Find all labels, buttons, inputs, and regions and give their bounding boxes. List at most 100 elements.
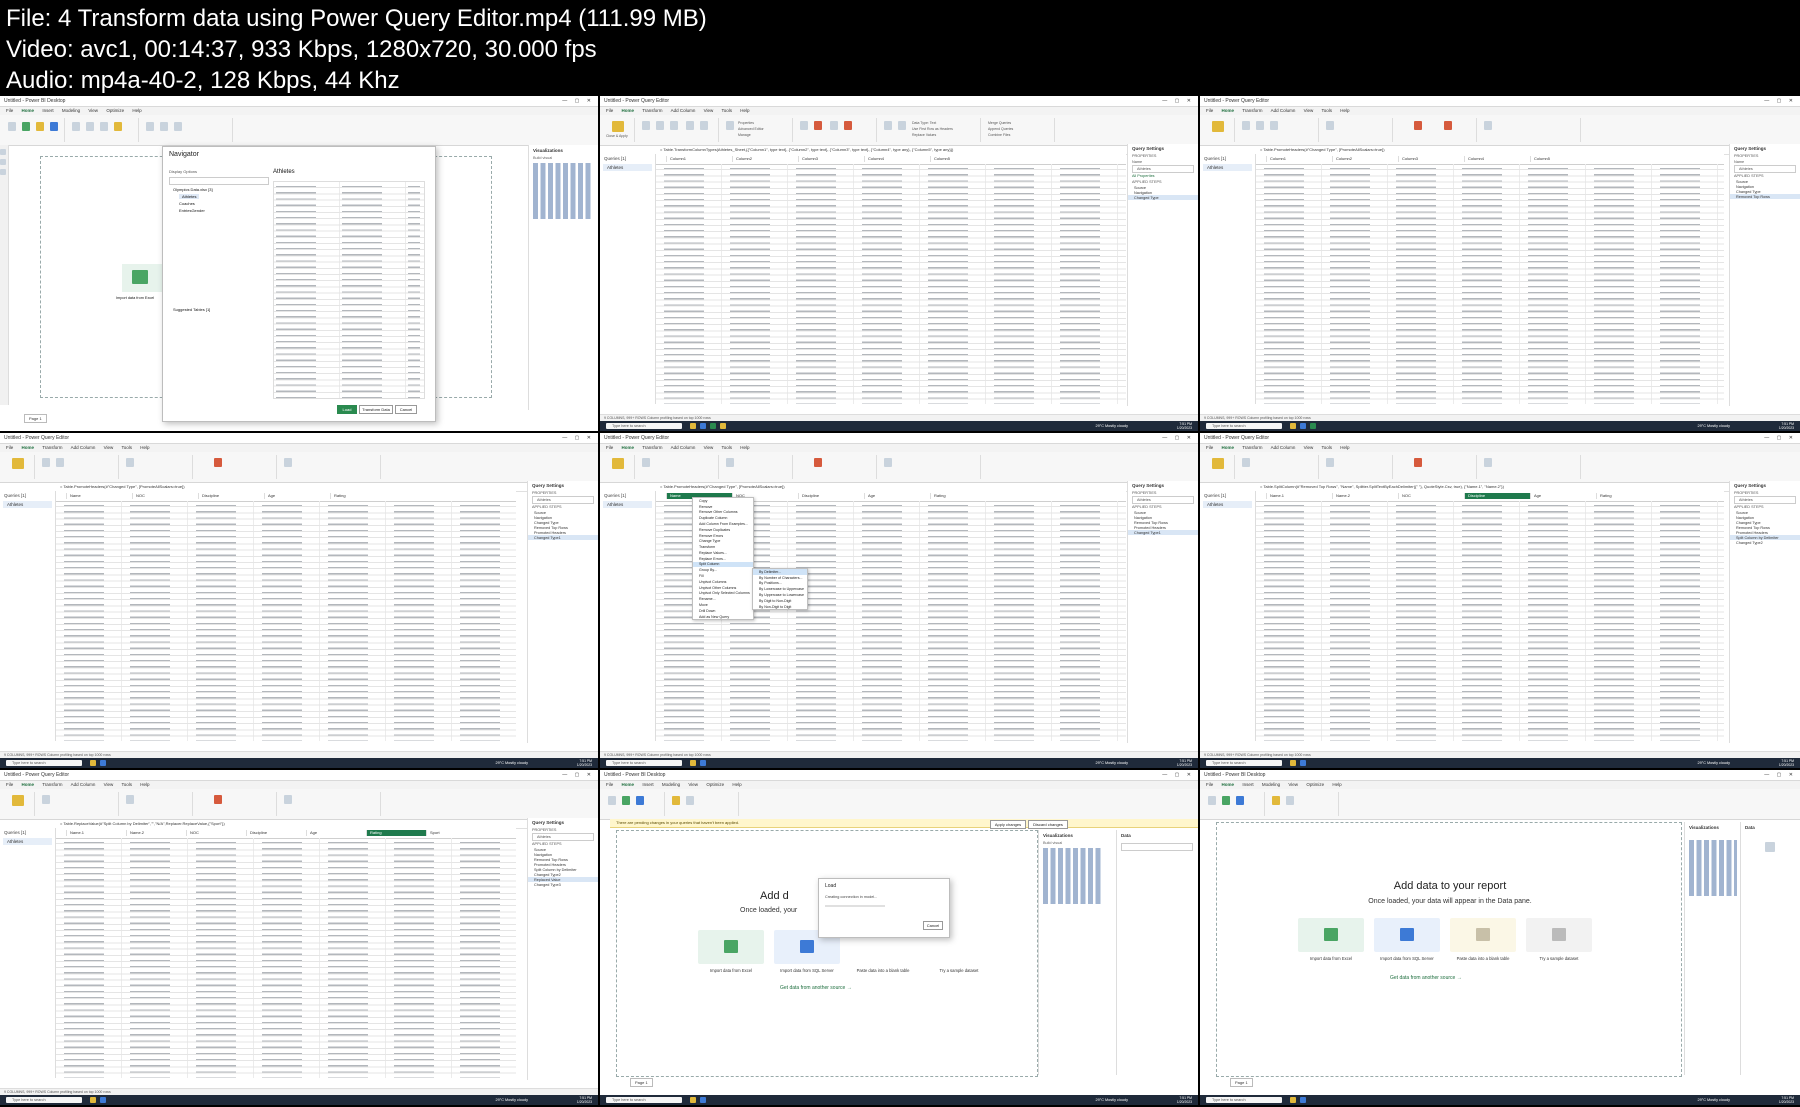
column-header[interactable]: Rating — [1596, 493, 1662, 499]
navigator-item-athletes[interactable]: Athletes — [179, 194, 200, 199]
choose-columns-icon[interactable] — [800, 121, 808, 130]
close-apply-icon[interactable] — [1212, 121, 1224, 132]
column-header[interactable]: Column4 — [1464, 156, 1530, 162]
menu-tools[interactable]: Tools — [1321, 108, 1332, 113]
menu-transform[interactable]: Transform — [642, 108, 662, 113]
menu-home[interactable]: Home — [1222, 782, 1235, 787]
visual-gallery[interactable] — [533, 163, 593, 219]
split-column-icon[interactable] — [1484, 458, 1492, 467]
weather-widget[interactable]: 29°C Mostly cloudy — [1095, 422, 1128, 430]
taskbar-search[interactable]: Type here to search — [6, 760, 82, 766]
column-header[interactable]: NOC — [186, 830, 246, 836]
taskbar-search[interactable]: Type here to search — [6, 1097, 82, 1103]
remove-columns-icon[interactable] — [214, 795, 222, 804]
query-athletes[interactable]: Athletes — [1203, 164, 1252, 171]
column-header[interactable]: Column5 — [930, 156, 996, 162]
menu-add-column[interactable]: Add Column — [1271, 445, 1296, 450]
refresh-preview-icon[interactable] — [726, 458, 734, 467]
menu-modeling[interactable]: Modeling — [662, 782, 680, 787]
new-source-icon[interactable] — [642, 458, 650, 467]
combine-files-label[interactable]: Combine Files — [988, 133, 1010, 137]
menu-file[interactable]: File — [1206, 445, 1213, 450]
menu-file[interactable]: File — [606, 108, 613, 113]
clock[interactable]: 7:51 PM 1/20/2023 — [577, 759, 592, 767]
page-tab[interactable]: Page 1 — [24, 414, 47, 423]
clock[interactable]: 7:51 PM 1/20/2023 — [1779, 759, 1794, 767]
query-athletes[interactable]: Athletes — [603, 501, 652, 508]
window-controls[interactable]: — ▢ ✕ — [1764, 433, 1796, 443]
data-grid[interactable]: Name NOC Discipline Age Rating — [56, 491, 516, 741]
column-header[interactable]: Column3 — [1398, 156, 1464, 162]
table-view-icon[interactable] — [0, 159, 6, 165]
recent-sources-icon[interactable] — [656, 121, 664, 130]
page-tab[interactable]: Page 1 — [630, 1078, 653, 1087]
remove-columns-icon[interactable] — [814, 458, 822, 467]
menu-add-column[interactable]: Add Column — [1271, 108, 1296, 113]
new-source-icon[interactable] — [42, 795, 50, 804]
refresh-preview-icon[interactable] — [1326, 121, 1334, 130]
column-header[interactable]: Column2 — [1332, 156, 1398, 162]
window-controls[interactable]: — ▢ ✕ — [562, 770, 594, 780]
step-item[interactable]: Changed Type — [1128, 195, 1198, 200]
edge-icon[interactable] — [1300, 760, 1306, 766]
column-header[interactable]: Name.2 — [1332, 493, 1398, 499]
menu-modeling[interactable]: Modeling — [1262, 782, 1280, 787]
window-controls[interactable]: — ▢ ✕ — [1162, 770, 1194, 780]
window-controls[interactable]: — ▢ ✕ — [1764, 770, 1796, 780]
edge-icon[interactable] — [700, 423, 706, 429]
visual-icon[interactable] — [146, 122, 154, 131]
menu-optimize[interactable]: Optimize — [106, 108, 124, 113]
menu-file[interactable]: File — [606, 782, 613, 787]
taskbar-search[interactable]: Type here to search — [606, 760, 682, 766]
get-data-link[interactable]: Get data from another source → — [780, 985, 852, 991]
name-input[interactable]: Athletes — [1132, 496, 1194, 504]
remove-columns-icon[interactable] — [1414, 458, 1422, 467]
card-import-excel[interactable] — [698, 930, 764, 964]
explorer-icon[interactable] — [90, 1097, 96, 1103]
name-input[interactable]: Athletes — [532, 496, 594, 504]
card-paste-data[interactable] — [1450, 918, 1516, 952]
cancel-button[interactable]: Cancel — [395, 405, 417, 414]
page-tab[interactable]: Page 1 — [1230, 1078, 1253, 1087]
powerbi-icon[interactable] — [720, 423, 726, 429]
taskbar-search[interactable]: Type here to search — [1206, 1097, 1282, 1103]
menu-help[interactable]: Help — [732, 782, 741, 787]
menu-add-column[interactable]: Add Column — [71, 782, 96, 787]
column-header[interactable]: Rating — [330, 493, 396, 499]
weather-widget[interactable]: 29°C Mostly cloudy — [495, 1096, 528, 1104]
menu-file[interactable]: File — [6, 445, 13, 450]
enter-data-icon[interactable] — [1270, 121, 1278, 130]
column-header[interactable]: Name.1 — [66, 830, 126, 836]
column-header[interactable]: Discipline — [246, 830, 306, 836]
recent-sources-icon[interactable] — [1256, 121, 1264, 130]
menu-home[interactable]: Home — [22, 445, 35, 450]
menu-tools[interactable]: Tools — [721, 445, 732, 450]
menu-insert[interactable]: Insert — [42, 108, 53, 113]
menu-file[interactable]: File — [1206, 108, 1213, 113]
explorer-icon[interactable] — [690, 1097, 696, 1103]
navigator-item-coaches[interactable]: Coaches — [179, 201, 195, 206]
column-header-selected[interactable]: Discipline — [1464, 493, 1530, 499]
menu-transform[interactable]: Transform — [1242, 445, 1262, 450]
recent-icon[interactable] — [100, 122, 108, 131]
edge-icon[interactable] — [700, 1097, 706, 1103]
menu-home[interactable]: Home — [22, 782, 35, 787]
menu-insert[interactable]: Insert — [642, 782, 653, 787]
paste-icon[interactable] — [1208, 796, 1216, 805]
data-grid[interactable]: Column1 Column2 Column3 Column4 Column5 — [1256, 154, 1724, 404]
column-header[interactable]: Column5 — [1530, 156, 1596, 162]
model-view-icon[interactable] — [0, 169, 6, 175]
menu-transform[interactable]: Transform — [1242, 108, 1262, 113]
column-header[interactable]: NOC — [1398, 493, 1464, 499]
menu-help[interactable]: Help — [740, 108, 749, 113]
transform-icon[interactable] — [1272, 796, 1280, 805]
paste-icon[interactable] — [8, 122, 16, 131]
step-item[interactable]: Removed Top Rows — [1730, 194, 1800, 199]
explorer-icon[interactable] — [690, 760, 696, 766]
column-header[interactable]: Name.1 — [1266, 493, 1332, 499]
menu-tools[interactable]: Tools — [721, 108, 732, 113]
new-source-icon[interactable] — [642, 121, 650, 130]
menu-file[interactable]: File — [6, 782, 13, 787]
import-excel-card[interactable] — [122, 264, 162, 292]
sql-icon[interactable] — [636, 796, 644, 805]
